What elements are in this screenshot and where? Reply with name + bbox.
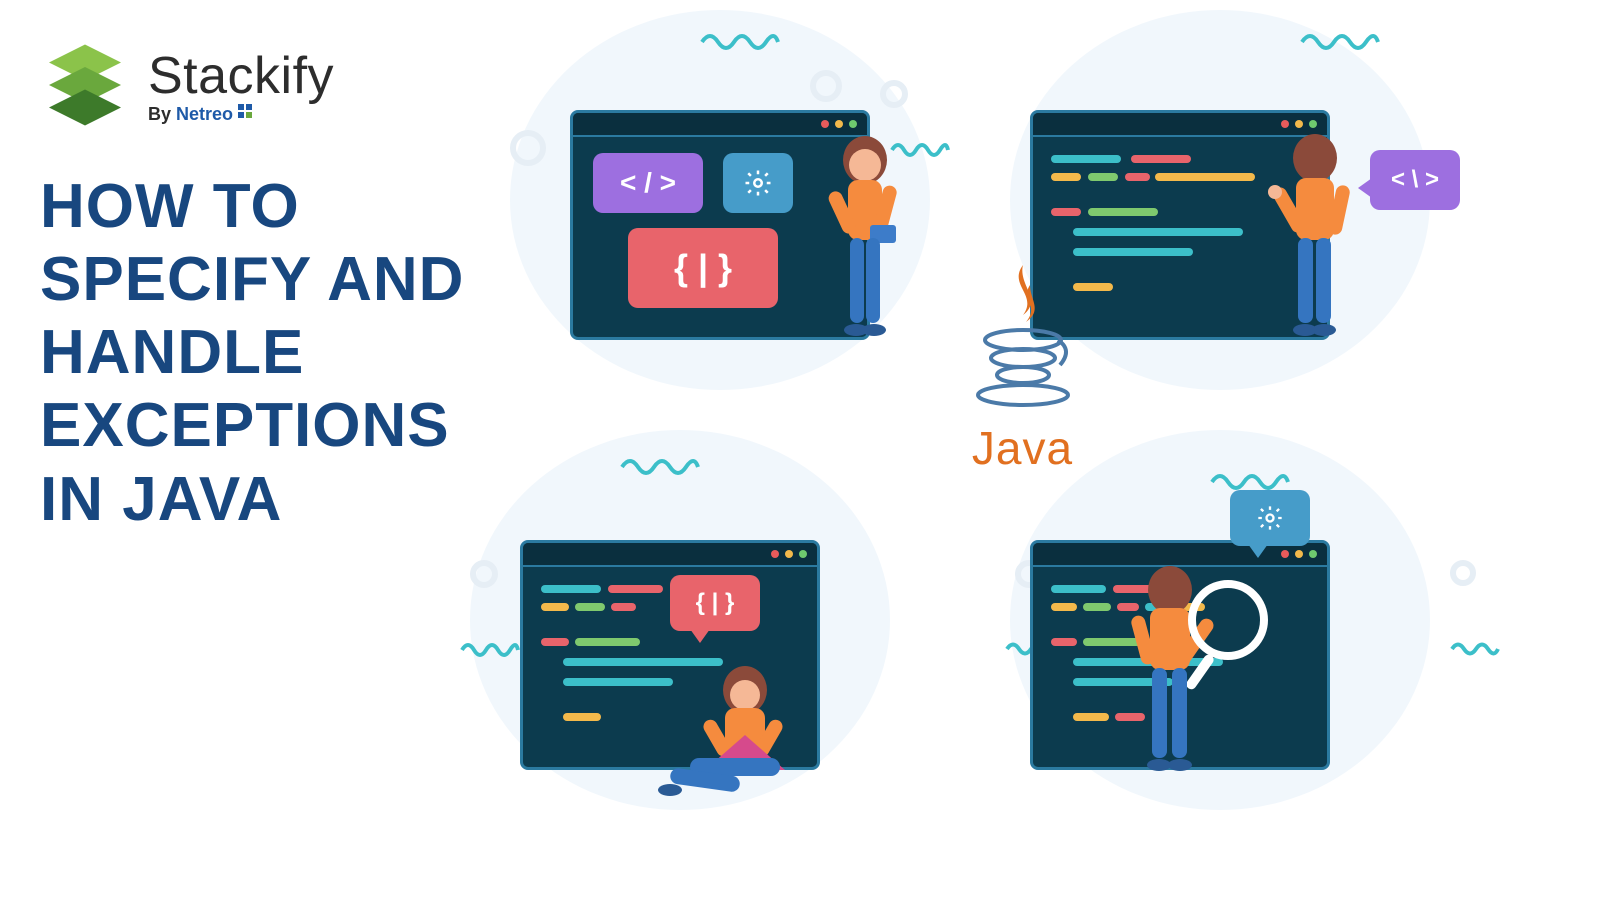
byline-company: Netreo: [176, 104, 233, 124]
bubble-text: < \ >: [1391, 166, 1439, 194]
logo: Stackify By Netreo: [40, 40, 470, 130]
gear-icon: [1256, 504, 1284, 532]
person-illustration: [650, 660, 850, 820]
ring-icon: [880, 80, 908, 108]
byline-prefix: By: [148, 104, 176, 124]
person-illustration: [1260, 130, 1370, 360]
person-illustration: [1100, 560, 1280, 800]
title-line-1: HOW TO: [40, 170, 470, 243]
ring-icon: [470, 560, 498, 588]
stackify-logo-icon: [40, 40, 130, 130]
person-illustration: [820, 130, 920, 360]
illustration-area: < / > { | }: [470, 0, 1600, 900]
title-line-5: IN JAVA: [40, 463, 470, 536]
brand-byline: By Netreo: [148, 104, 334, 125]
code-tag-symbol: < / >: [593, 153, 703, 213]
ring-icon: [1450, 560, 1476, 586]
speech-bubble: { | }: [670, 575, 760, 631]
left-column: Stackify By Netreo HOW TO SPECIFY AND HA…: [40, 40, 470, 536]
braces-symbol: { | }: [628, 228, 778, 308]
speech-bubble: [1230, 490, 1310, 546]
title-line-4: EXCEPTIONS: [40, 389, 470, 462]
bubble-text: { | }: [696, 589, 735, 617]
squiggle-icon: [700, 30, 780, 54]
gear-symbol: [723, 153, 793, 213]
speech-bubble: < \ >: [1370, 150, 1460, 210]
squiggle-icon: [460, 640, 520, 660]
java-icon: [968, 260, 1078, 410]
squiggle-icon: [1450, 640, 1500, 658]
squiggle-icon: [1300, 30, 1380, 54]
squiggle-icon: [620, 455, 700, 479]
brand-name: Stackify: [148, 46, 334, 106]
java-logo: Java: [950, 260, 1095, 475]
title-line-2: SPECIFY AND: [40, 243, 470, 316]
java-label: Java: [950, 421, 1095, 475]
title-line-3: HANDLE: [40, 316, 470, 389]
ring-icon: [510, 130, 546, 166]
netreo-icon: [238, 104, 252, 118]
gear-icon: [743, 168, 773, 198]
page-title: HOW TO SPECIFY AND HANDLE EXCEPTIONS IN …: [40, 170, 470, 536]
ring-icon: [810, 70, 842, 102]
